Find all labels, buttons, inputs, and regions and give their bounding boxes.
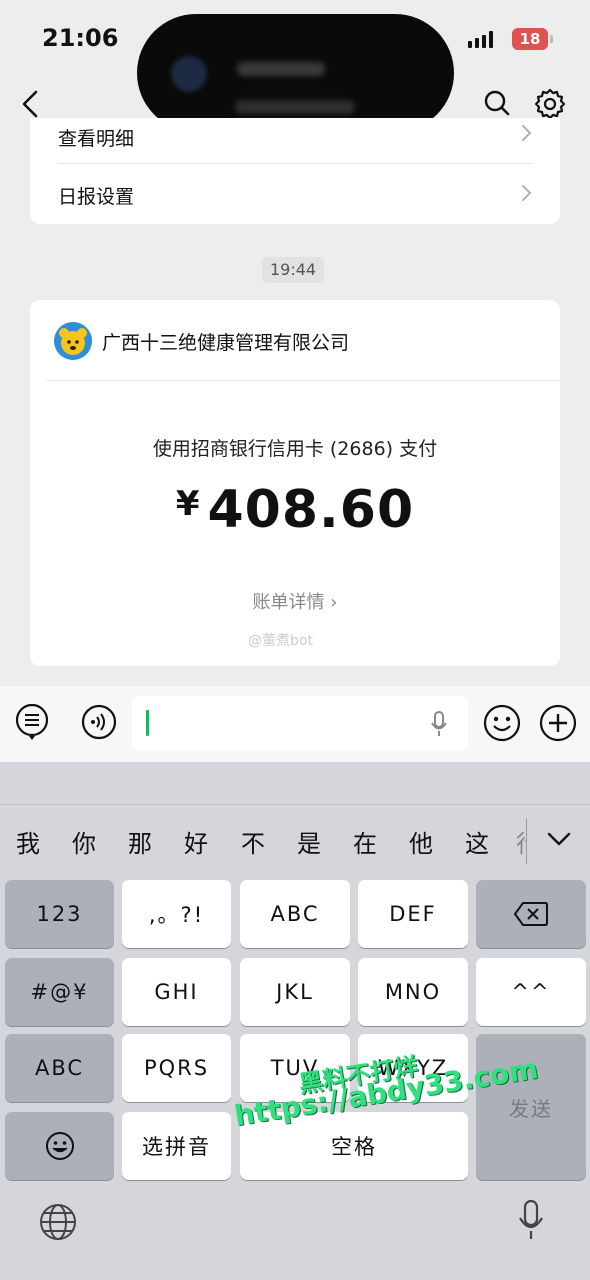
island-avatar	[171, 56, 207, 92]
payment-method: 使用招商银行信用卡 (2686) 支付	[152, 438, 438, 460]
weibo-watermark: @董煮bot	[248, 633, 313, 649]
key-ghi[interactable]: GHI	[122, 958, 231, 1026]
candidate-word[interactable]: 我	[16, 824, 40, 859]
globe-icon[interactable]	[38, 1202, 78, 1242]
candidate-word[interactable]: 好	[184, 824, 208, 859]
candidate-word[interactable]: 这	[465, 824, 489, 859]
chevron-right-icon	[522, 185, 532, 201]
candidate-word[interactable]: 那	[128, 824, 152, 859]
candidate-word[interactable]: 不	[241, 824, 265, 859]
merchant-name: 广西十三绝健康管理有限公司	[102, 332, 350, 354]
battery-tip	[550, 35, 553, 43]
view-details-item[interactable]: 查看明细	[58, 124, 134, 151]
voice-input-icon[interactable]	[80, 703, 118, 741]
island-title-blurred	[237, 62, 325, 76]
text-cursor	[146, 710, 149, 736]
cellular-signal-icon	[468, 30, 493, 48]
key-def[interactable]: DEF	[358, 880, 468, 948]
divider	[526, 818, 527, 864]
currency-symbol: ¥	[175, 484, 200, 524]
candidate-word[interactable]: 他	[409, 824, 433, 859]
key-123[interactable]: 123	[5, 880, 114, 948]
gear-icon[interactable]	[532, 86, 568, 122]
keyboard: 我 你 那 好 不 是 在 他 这 行 123 ,。?! ABC DEF ⌫ #…	[0, 762, 590, 1280]
status-time: 21:06	[42, 24, 119, 52]
backspace-key[interactable]: ⌫	[476, 880, 586, 948]
emoji-icon[interactable]	[482, 703, 522, 743]
dictation-microphone-icon[interactable]	[516, 1198, 546, 1242]
candidate-word[interactable]: 你	[72, 824, 96, 859]
battery-icon: 18	[512, 28, 548, 50]
daily-report-settings-item[interactable]: 日报设置	[58, 182, 134, 209]
candidate-word[interactable]: 在	[353, 824, 377, 859]
merchant-logo-icon	[54, 322, 92, 360]
emoji-icon	[45, 1132, 74, 1160]
service-menu-card: 查看明细 日报设置	[30, 118, 560, 224]
key-mno[interactable]: MNO	[358, 958, 468, 1026]
chat-input-bar	[0, 686, 590, 762]
microphone-icon[interactable]	[430, 710, 448, 738]
key-emoticon[interactable]: ^^	[476, 958, 586, 1026]
key-pqrs[interactable]: PQRS	[122, 1034, 231, 1102]
candidate-bar: 我 你 那 好 不 是 在 他 这 行	[0, 804, 590, 876]
candidate-word[interactable]: 是	[297, 824, 321, 859]
key-jkl[interactable]: JKL	[240, 958, 350, 1026]
key-punctuation[interactable]: ,。?!	[122, 880, 231, 948]
key-choose-pinyin[interactable]: 选拼音	[122, 1112, 231, 1180]
emoji-key[interactable]: ☺	[5, 1112, 114, 1180]
search-icon[interactable]	[480, 86, 514, 120]
menu-list-icon[interactable]	[14, 703, 50, 741]
key-abc[interactable]: ABC	[240, 880, 350, 948]
island-subtitle-blurred	[235, 100, 355, 114]
key-symbols[interactable]: #@¥	[5, 958, 114, 1026]
backspace-icon	[513, 902, 548, 926]
divider	[46, 380, 560, 381]
chevron-right-icon	[522, 125, 532, 141]
bill-details-link[interactable]: 账单详情 ›	[30, 588, 560, 614]
dynamic-island[interactable]	[137, 14, 454, 132]
candidate-word[interactable]: 行	[516, 824, 526, 859]
message-input[interactable]	[132, 696, 468, 750]
key-switch-abc[interactable]: ABC	[5, 1034, 114, 1102]
chevron-down-icon[interactable]	[546, 830, 572, 848]
payment-amount-row: ¥408.60	[30, 480, 560, 540]
add-plus-icon[interactable]	[538, 703, 578, 743]
message-timestamp: 19:44	[262, 257, 325, 283]
divider	[58, 163, 532, 164]
payment-amount: 408.60	[207, 480, 415, 540]
payment-card[interactable]: 广西十三绝健康管理有限公司 使用招商银行信用卡 (2686) 支付 ¥408.6…	[30, 300, 560, 666]
